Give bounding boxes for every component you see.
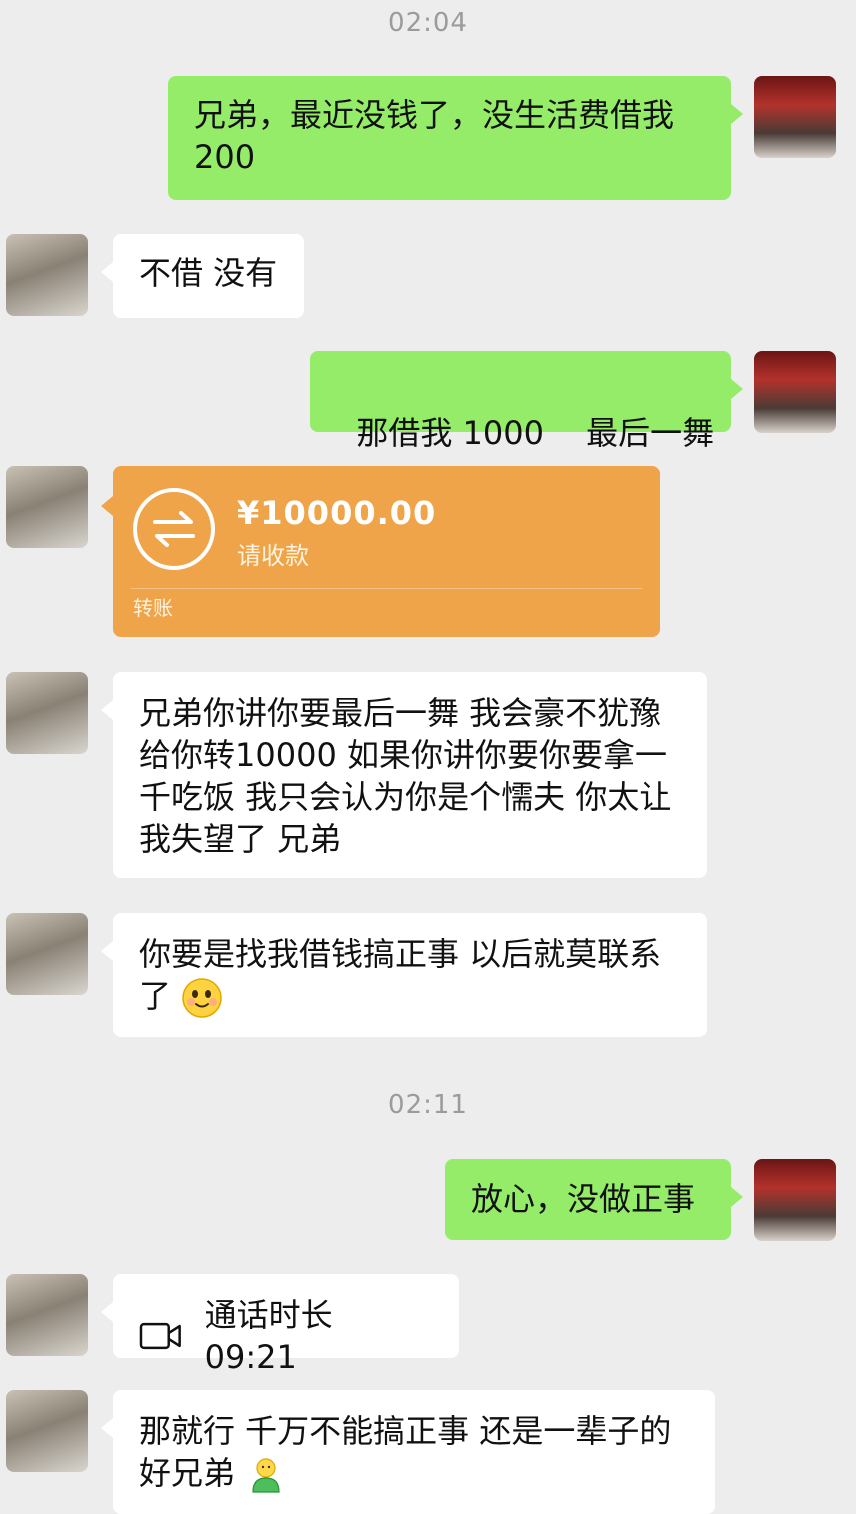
my-avatar[interactable] (754, 76, 836, 158)
message-text: 那借我 1000 最后一舞 (356, 414, 715, 452)
smiling-face-emoji (182, 978, 222, 1018)
message-bubble-incoming[interactable]: 你要是找我借钱搞正事 以后就莫联系了 (101, 913, 707, 1037)
transfer-arrows-icon (133, 488, 215, 570)
message-text: 放心，没做正事 (471, 1180, 696, 1218)
friend-avatar[interactable] (6, 466, 88, 548)
transfer-divider (131, 588, 642, 589)
my-avatar[interactable] (754, 1159, 836, 1241)
message-text: 兄弟，最近没钱了，没生活费借我200 (194, 96, 675, 176)
transfer-label: 转账 (133, 596, 173, 620)
green-figure-emoji (252, 1458, 280, 1493)
message-text: 那就行 千万不能搞正事 还是一辈子的好兄弟 (139, 1412, 672, 1492)
my-avatar[interactable] (754, 351, 836, 433)
timestamp: 02:11 (388, 1090, 468, 1120)
friend-avatar[interactable] (6, 1390, 88, 1472)
call-duration-text: 通话时长 09:21 (204, 1296, 333, 1376)
friend-avatar[interactable] (6, 1274, 88, 1356)
video-call-icon (139, 1322, 181, 1350)
message-bubble-outgoing[interactable]: 兄弟，最近没钱了，没生活费借我200 (168, 76, 743, 200)
message-bubble-incoming[interactable]: 那就行 千万不能搞正事 还是一辈子的好兄弟 (101, 1390, 715, 1514)
message-bubble-outgoing[interactable]: 那借我 1000 最后一舞 (310, 351, 743, 452)
transfer-amount: ¥10000.00 (237, 494, 437, 532)
message-bubble-outgoing[interactable]: 放心，没做正事 (445, 1159, 743, 1240)
message-text: 兄弟你讲你要最后一舞 我会豪不犹豫给你转10000 如果你讲你要你要拿一千吃饭 … (139, 694, 672, 858)
transfer-card[interactable]: ¥10000.00 请收款 转账 (101, 466, 660, 637)
transfer-status: 请收款 (237, 542, 309, 570)
call-record-bubble[interactable]: 通话时长 09:21 (101, 1274, 459, 1376)
friend-avatar[interactable] (6, 913, 88, 995)
friend-avatar[interactable] (6, 672, 88, 754)
message-bubble-incoming[interactable]: 不借 没有 (101, 234, 304, 318)
timestamp: 02:04 (388, 8, 468, 38)
message-bubble-incoming[interactable]: 兄弟你讲你要最后一舞 我会豪不犹豫给你转10000 如果你讲你要你要拿一千吃饭 … (101, 672, 707, 878)
friend-avatar[interactable] (6, 234, 88, 316)
message-text: 不借 没有 (139, 254, 278, 292)
